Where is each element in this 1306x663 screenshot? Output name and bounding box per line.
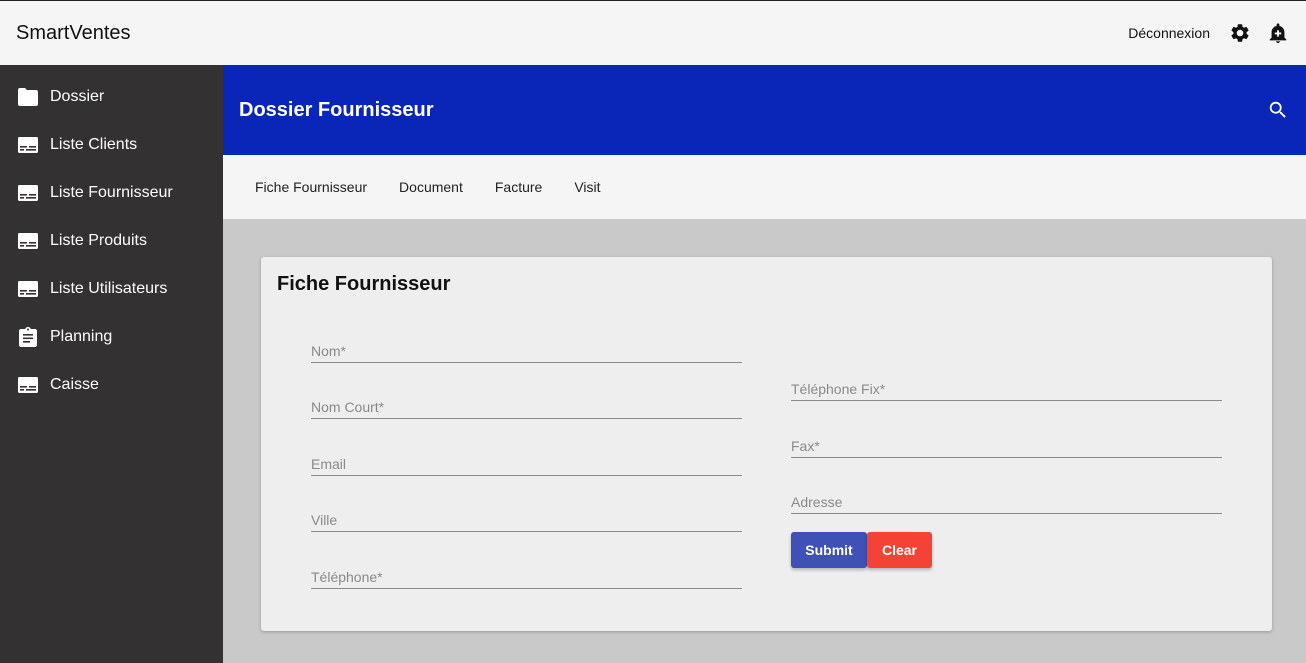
main-content: Dossier Fournisseur Fiche Fournisseur Do… bbox=[223, 65, 1306, 663]
adresse-field[interactable] bbox=[791, 484, 1222, 513]
submit-button[interactable]: Submit bbox=[791, 532, 867, 568]
sidebar-item-dossier[interactable]: Dossier bbox=[0, 73, 223, 121]
telephone-field-wrapper bbox=[311, 559, 742, 589]
tab-visit[interactable]: Visit bbox=[558, 179, 616, 195]
nom-court-field[interactable] bbox=[311, 389, 742, 418]
tab-facture[interactable]: Facture bbox=[479, 179, 558, 195]
list-card-icon bbox=[18, 231, 38, 251]
telephone-field[interactable] bbox=[311, 559, 742, 588]
fax-field-wrapper bbox=[791, 428, 1222, 458]
sidebar-item-liste-clients[interactable]: Liste Clients bbox=[0, 121, 223, 169]
email-field-wrapper bbox=[311, 446, 742, 476]
search-icon[interactable] bbox=[1266, 98, 1290, 122]
folder-icon bbox=[18, 87, 38, 107]
tab-bar: Fiche Fournisseur Document Facture Visit bbox=[223, 155, 1306, 219]
list-card-icon bbox=[18, 183, 38, 203]
sidebar-item-label: Liste Fournisseur bbox=[50, 184, 173, 201]
sidebar-item-label: Liste Clients bbox=[50, 136, 138, 153]
sidebar-item-label: Dossier bbox=[50, 88, 105, 105]
sidebar-item-planning[interactable]: Planning bbox=[0, 313, 223, 361]
gear-icon[interactable] bbox=[1228, 21, 1252, 45]
sidebar-item-label: Liste Produits bbox=[50, 232, 147, 249]
telephone-fix-field[interactable] bbox=[791, 371, 1222, 400]
sidebar-item-liste-fournisseur[interactable]: Liste Fournisseur bbox=[0, 169, 223, 217]
nom-field[interactable] bbox=[311, 333, 742, 362]
sidebar-item-caisse[interactable]: Caisse bbox=[0, 361, 223, 409]
tab-document[interactable]: Document bbox=[383, 179, 479, 195]
supplier-form-card: Fiche Fournisseur Submit Clear bbox=[261, 257, 1272, 631]
page-header: Dossier Fournisseur bbox=[223, 65, 1306, 155]
sidebar-nav: Dossier Liste Clients Liste Fournisseur … bbox=[0, 65, 223, 663]
nom-field-wrapper bbox=[311, 333, 742, 363]
clipboard-icon bbox=[18, 327, 38, 347]
adresse-field-wrapper bbox=[791, 484, 1222, 514]
sidebar-item-label: Planning bbox=[50, 328, 113, 345]
ville-field-wrapper bbox=[311, 502, 742, 532]
tab-fiche-fournisseur[interactable]: Fiche Fournisseur bbox=[239, 179, 383, 195]
form-title: Fiche Fournisseur bbox=[277, 273, 451, 295]
app-brand: SmartVentes bbox=[16, 21, 131, 44]
telephone-fix-field-wrapper bbox=[791, 371, 1222, 401]
ville-field[interactable] bbox=[311, 502, 742, 531]
clear-button[interactable]: Clear bbox=[867, 532, 932, 568]
sidebar-item-liste-produits[interactable]: Liste Produits bbox=[0, 217, 223, 265]
sidebar-item-label: Caisse bbox=[50, 376, 99, 393]
top-actions: Déconnexion bbox=[1128, 21, 1290, 45]
fax-field[interactable] bbox=[791, 428, 1222, 457]
email-field[interactable] bbox=[311, 446, 742, 475]
list-card-icon bbox=[18, 375, 38, 395]
logout-button[interactable]: Déconnexion bbox=[1128, 25, 1210, 41]
notification-add-icon[interactable] bbox=[1266, 21, 1290, 45]
list-card-icon bbox=[18, 135, 38, 155]
list-card-icon bbox=[18, 279, 38, 299]
sidebar-item-liste-utilisateurs[interactable]: Liste Utilisateurs bbox=[0, 265, 223, 313]
nom-court-field-wrapper bbox=[311, 389, 742, 419]
sidebar-item-label: Liste Utilisateurs bbox=[50, 280, 168, 297]
page-title: Dossier Fournisseur bbox=[239, 98, 434, 121]
top-app-bar: SmartVentes Déconnexion bbox=[0, 0, 1306, 65]
